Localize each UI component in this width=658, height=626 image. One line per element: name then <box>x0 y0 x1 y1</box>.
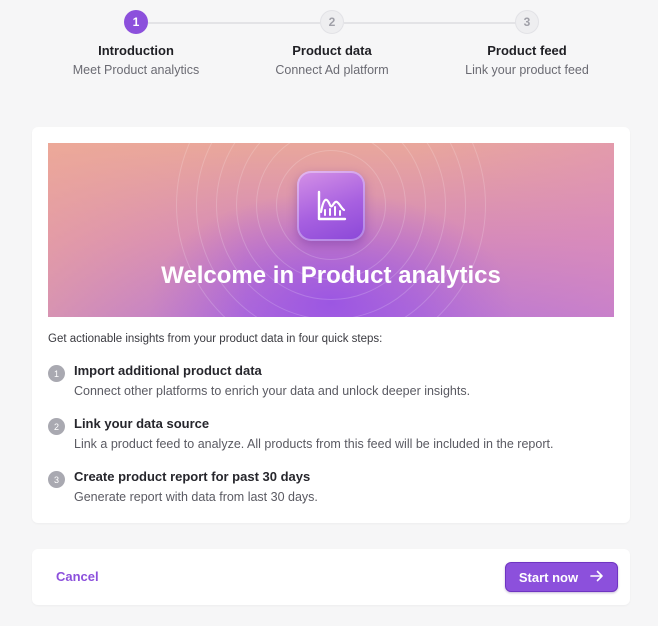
banner-title: Welcome in Product analytics <box>161 262 501 289</box>
step-subtitle: Link your product feed <box>465 63 589 77</box>
item-number: 3 <box>48 471 65 488</box>
step-number: 3 <box>515 10 539 34</box>
item-title: Import additional product data <box>74 363 262 378</box>
start-now-label: Start now <box>518 569 579 585</box>
step-product-data[interactable]: 2 Product data Connect Ad platform <box>234 10 430 77</box>
intro-card: Welcome in Product analytics Get actiona… <box>32 127 630 523</box>
cancel-button[interactable]: Cancel <box>56 569 99 584</box>
item-number: 2 <box>48 418 65 435</box>
welcome-banner: Welcome in Product analytics <box>48 143 614 317</box>
footer-bar: Cancel Start now <box>32 549 630 605</box>
step-title: Introduction <box>98 43 174 58</box>
stepper: 1 Introduction Meet Product analytics 2 … <box>0 0 658 90</box>
chart-icon <box>297 171 365 241</box>
step-title: Product feed <box>487 43 567 58</box>
step-number: 1 <box>124 10 148 34</box>
item-description: Link a product feed to analyze. All prod… <box>74 437 554 451</box>
step-number: 2 <box>320 10 344 34</box>
item-description: Connect other platforms to enrich your d… <box>74 384 471 398</box>
step-introduction[interactable]: 1 Introduction Meet Product analytics <box>38 10 234 77</box>
item-title: Create product report for past 30 days <box>74 469 311 484</box>
item-description: Generate report with data from last 30 d… <box>74 490 318 504</box>
start-now-button[interactable]: Start now <box>505 562 618 592</box>
step-subtitle: Connect Ad platform <box>275 63 389 77</box>
intro-text: Get actionable insights from your produc… <box>48 333 383 345</box>
step-subtitle: Meet Product analytics <box>72 63 200 77</box>
item-number: 1 <box>48 365 65 382</box>
step-title: Product data <box>292 43 372 58</box>
arrow-right-icon <box>590 570 604 585</box>
item-title: Link your data source <box>74 416 210 431</box>
step-product-feed[interactable]: 3 Product feed Link your product feed <box>429 10 625 77</box>
